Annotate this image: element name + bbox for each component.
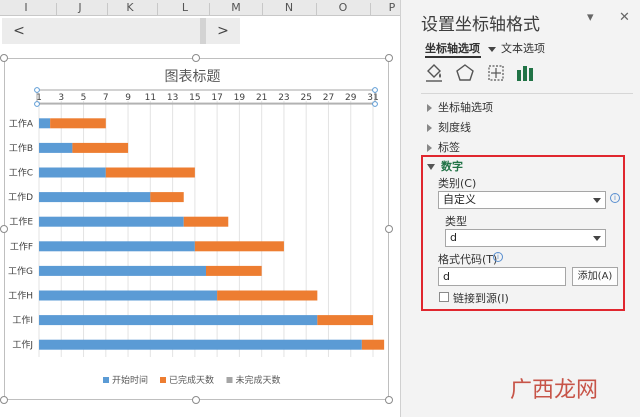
watermark-logo: 广西龙网 bbox=[510, 378, 599, 403]
x-tick-label: 17 bbox=[211, 93, 222, 103]
bar-segment bbox=[39, 315, 318, 326]
bar-segment bbox=[217, 290, 318, 301]
gantt-chart: 1 3 5 7 9 11 13 15 17 19 21 23 25 27 29 31工作A工作B工作C工作D工… bbox=[8, 87, 385, 386]
link-to-source-checkbox[interactable] bbox=[439, 292, 449, 302]
active-tab-indicator bbox=[425, 56, 481, 58]
format-code-label: 格式代码(T) bbox=[438, 253, 498, 266]
spreadsheet-area: I J K L M N O P < > 图表标题 1 3 5 7 9 11 13 15 17 19… bbox=[0, 0, 400, 417]
x-tick-label: 9 bbox=[125, 93, 131, 103]
legend-label: 未完成天数 bbox=[236, 374, 281, 386]
x-tick-label: 7 bbox=[103, 93, 109, 103]
x-tick-label: 21 bbox=[256, 93, 267, 103]
bar-segment bbox=[206, 265, 262, 276]
close-icon[interactable]: ✕ bbox=[619, 10, 630, 25]
category-label: 工作D bbox=[8, 191, 33, 203]
bar-segment bbox=[150, 192, 184, 203]
legend-label: 开始时间 bbox=[112, 374, 148, 386]
axis-selection-handle bbox=[372, 87, 378, 93]
x-tick-label: 13 bbox=[167, 93, 178, 103]
section-labels-label: 标签 bbox=[438, 141, 460, 154]
x-tick-label: 31 bbox=[367, 93, 378, 103]
bar-segment bbox=[317, 315, 373, 326]
info-icon[interactable]: i bbox=[493, 252, 503, 262]
section-axis-options-label: 坐标轴选项 bbox=[438, 101, 493, 114]
category-label: 工作C bbox=[9, 167, 33, 179]
chevron-down-icon bbox=[593, 198, 601, 203]
format-code-input[interactable]: d bbox=[438, 267, 566, 286]
legend-swatch bbox=[226, 377, 233, 383]
add-button[interactable]: 添加(A) bbox=[572, 267, 618, 286]
category-label: 工作E bbox=[9, 216, 33, 228]
category-label: 工作F bbox=[10, 240, 33, 252]
section-tick-marks-label: 刻度线 bbox=[438, 121, 471, 134]
bar-segment bbox=[39, 339, 362, 350]
tab-text-options[interactable]: 文本选项 bbox=[501, 40, 545, 56]
axis-selection-handle bbox=[34, 87, 40, 93]
bar-segment bbox=[50, 118, 106, 129]
x-tick-label: 11 bbox=[145, 93, 156, 103]
tab-axis-options[interactable]: 坐标轴选项 bbox=[425, 40, 496, 56]
axis-options-bar-chart-icon[interactable] bbox=[514, 62, 536, 84]
section-axis-options[interactable]: 坐标轴选项 bbox=[427, 99, 493, 115]
bar-segment bbox=[39, 142, 73, 153]
category-label: 工作H bbox=[8, 290, 33, 302]
category-select[interactable]: 自定义 bbox=[438, 191, 606, 209]
bar-segment bbox=[72, 142, 129, 153]
x-tick-label: 29 bbox=[345, 93, 357, 103]
chevron-down-icon bbox=[487, 46, 496, 52]
section-labels[interactable]: 标签 bbox=[427, 139, 460, 155]
category-label: 工作G bbox=[8, 265, 33, 277]
type-select[interactable]: d bbox=[445, 229, 606, 247]
category-label: 类别(C) bbox=[438, 177, 477, 190]
category-select-value: 自定义 bbox=[443, 193, 476, 206]
expand-arrow-icon bbox=[427, 124, 432, 132]
link-to-source-label: 链接到源(I) bbox=[453, 292, 509, 305]
axis-selection-handle bbox=[34, 101, 40, 107]
category-label: 工作B bbox=[9, 142, 33, 154]
expand-arrow-icon bbox=[427, 104, 432, 112]
bar-segment bbox=[39, 290, 218, 301]
pane-options-dropdown-icon[interactable]: ▾ bbox=[587, 10, 594, 25]
pane-title: 设置坐标轴格式 bbox=[421, 15, 540, 35]
x-tick-label: 23 bbox=[278, 93, 289, 103]
bar-segment bbox=[183, 216, 229, 227]
category-label: 工作A bbox=[9, 117, 34, 129]
bar-segment bbox=[39, 216, 184, 227]
tab-axis-options-label: 坐标轴选项 bbox=[425, 42, 480, 55]
bar-segment bbox=[194, 241, 284, 252]
pane-divider bbox=[421, 93, 633, 94]
type-label: 类型 bbox=[445, 215, 467, 228]
fill-line-icon[interactable] bbox=[423, 62, 445, 84]
x-tick-label: 3 bbox=[58, 93, 64, 103]
category-label: 工作I bbox=[12, 314, 33, 326]
effects-pentagon-icon[interactable] bbox=[454, 62, 476, 84]
bar-segment bbox=[39, 241, 195, 252]
x-tick-label: 25 bbox=[300, 93, 311, 103]
legend-swatch bbox=[160, 377, 166, 383]
bar-segment bbox=[105, 167, 195, 178]
chevron-down-icon bbox=[593, 236, 601, 241]
bar-segment bbox=[39, 192, 151, 203]
size-properties-icon[interactable] bbox=[485, 62, 507, 84]
legend-swatch bbox=[103, 377, 109, 383]
legend-label: 已完成天数 bbox=[169, 374, 214, 386]
bar-segment bbox=[39, 265, 206, 276]
bar-segment bbox=[39, 167, 106, 178]
x-tick-label: 5 bbox=[81, 93, 87, 103]
info-icon[interactable]: i bbox=[610, 193, 620, 203]
x-tick-label: 19 bbox=[234, 93, 246, 103]
x-tick-label: 27 bbox=[323, 93, 334, 103]
x-tick-label: 15 bbox=[189, 93, 200, 103]
type-select-value: d bbox=[450, 231, 457, 244]
bar-segment bbox=[361, 339, 385, 350]
axis-selection-handle bbox=[372, 101, 378, 107]
section-tick-marks[interactable]: 刻度线 bbox=[427, 119, 471, 135]
bar-segment bbox=[39, 118, 51, 129]
category-label: 工作J bbox=[12, 339, 33, 351]
expand-arrow-icon bbox=[427, 144, 432, 152]
